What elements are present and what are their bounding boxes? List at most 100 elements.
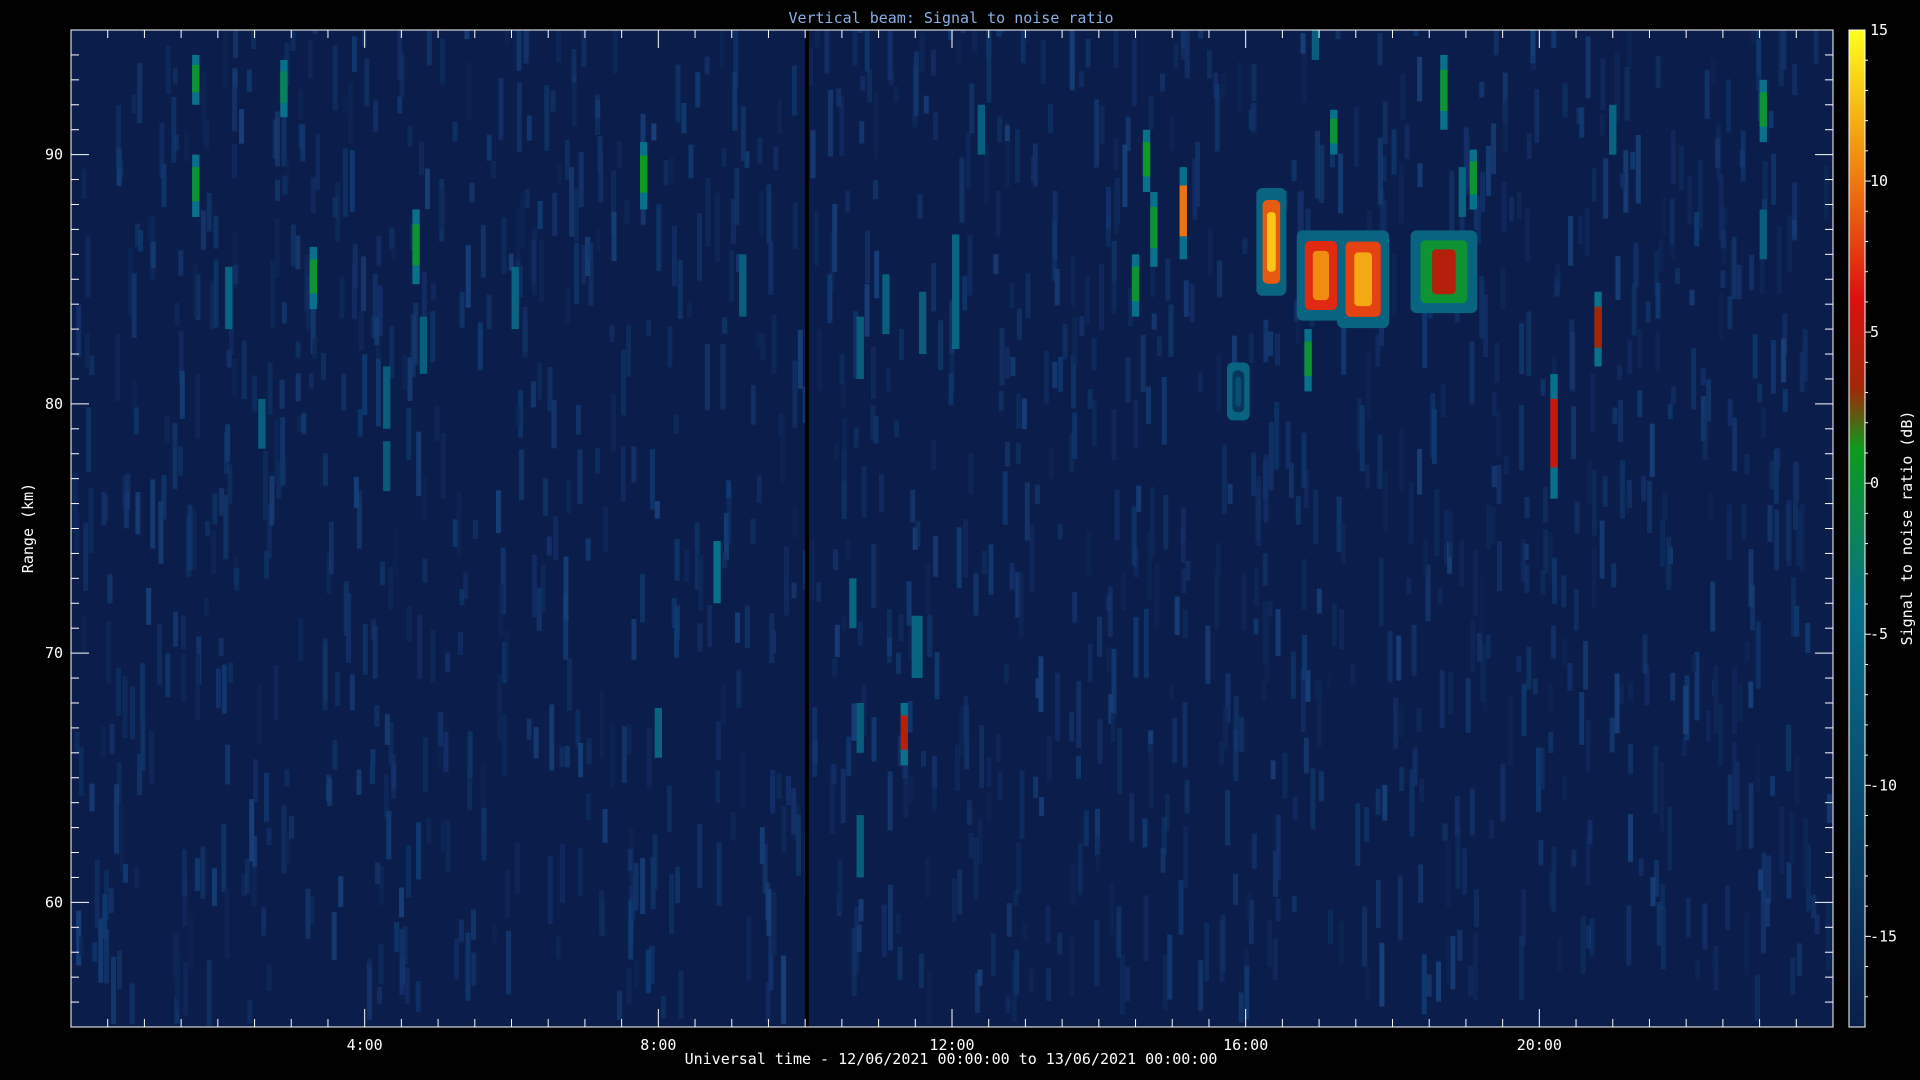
noise-streak xyxy=(620,350,626,416)
noise-streak xyxy=(1659,762,1665,832)
noise-streak xyxy=(179,371,185,419)
noise-streak xyxy=(1787,215,1792,273)
noise-streak xyxy=(1362,906,1368,967)
noise-streak xyxy=(1574,501,1580,534)
noise-streak xyxy=(335,671,340,706)
noise-streak xyxy=(1070,863,1076,906)
noise-streak xyxy=(362,624,368,675)
noise-streak xyxy=(1069,937,1075,996)
noise-streak xyxy=(1473,932,1478,1001)
noise-streak xyxy=(759,191,765,235)
noise-streak xyxy=(117,950,122,989)
noise-streak xyxy=(172,67,178,85)
noise-streak xyxy=(927,614,933,658)
noise-streak xyxy=(768,241,774,295)
noise-streak xyxy=(1612,407,1618,424)
noise-streak xyxy=(1408,481,1414,544)
noise-streak xyxy=(1205,625,1211,684)
feature-core xyxy=(1759,92,1767,127)
noise-streak xyxy=(1769,460,1775,490)
noise-streak xyxy=(1009,282,1015,309)
noise-streak xyxy=(122,676,128,738)
noise-streak xyxy=(1755,621,1761,689)
noise-streak xyxy=(1649,423,1655,477)
noise-streak xyxy=(351,36,357,72)
noise-streak xyxy=(1133,399,1139,448)
feature-core xyxy=(1469,161,1477,195)
noise-streak xyxy=(1244,965,1250,1020)
feature-streak xyxy=(856,316,864,379)
noise-streak xyxy=(1442,823,1448,841)
noise-streak xyxy=(394,922,400,953)
noise-streak xyxy=(270,260,276,328)
noise-streak xyxy=(173,611,179,647)
noise-streak xyxy=(102,495,108,522)
noise-streak xyxy=(211,530,217,575)
noise-streak xyxy=(722,552,728,569)
noise-streak xyxy=(871,543,877,608)
noise-streak xyxy=(1379,953,1385,1004)
noise-streak xyxy=(416,822,422,880)
noise-streak xyxy=(1562,638,1567,666)
noise-streak xyxy=(298,89,304,120)
noise-streak xyxy=(81,168,87,199)
noise-streak xyxy=(506,930,511,995)
noise-streak xyxy=(1591,168,1597,202)
noise-streak xyxy=(1025,273,1031,319)
noise-streak xyxy=(1494,342,1500,383)
noise-streak xyxy=(370,764,375,784)
noise-streak xyxy=(94,859,100,929)
noise-streak xyxy=(1004,125,1010,141)
noise-streak xyxy=(771,630,777,654)
noise-streak xyxy=(1805,622,1811,653)
noise-streak xyxy=(274,419,280,484)
noise-streak xyxy=(783,547,789,616)
noise-streak xyxy=(1099,264,1104,331)
noise-streak xyxy=(1732,668,1737,734)
noise-streak xyxy=(544,85,550,151)
noise-streak xyxy=(415,981,421,1012)
noise-streak xyxy=(1448,672,1453,715)
noise-streak xyxy=(704,56,710,75)
noise-streak xyxy=(1418,864,1424,903)
noise-streak xyxy=(677,260,683,319)
noise-streak xyxy=(873,180,879,200)
noise-streak xyxy=(962,276,968,311)
noise-streak xyxy=(1095,836,1101,872)
noise-streak xyxy=(1479,82,1485,98)
noise-streak xyxy=(300,124,306,162)
noise-streak xyxy=(1660,519,1666,567)
noise-streak xyxy=(226,349,232,368)
noise-streak xyxy=(963,519,968,578)
noise-streak xyxy=(888,884,893,951)
colorbar-tick-label: 15 xyxy=(1870,21,1888,39)
noise-streak xyxy=(1744,454,1750,475)
noise-streak xyxy=(1083,810,1089,847)
noise-streak xyxy=(1691,347,1697,410)
noise-streak xyxy=(1355,803,1361,866)
noise-streak xyxy=(335,181,341,242)
noise-streak xyxy=(423,737,429,793)
noise-streak xyxy=(651,123,657,141)
noise-streak xyxy=(1799,351,1805,392)
noise-streak xyxy=(675,866,681,904)
feature-streak xyxy=(856,815,864,878)
feature-core xyxy=(1304,341,1312,376)
noise-streak xyxy=(1567,663,1573,692)
signal-feature xyxy=(280,59,288,118)
noise-streak xyxy=(1263,454,1269,523)
noise-streak xyxy=(1291,160,1297,181)
noise-streak xyxy=(1094,99,1100,168)
noise-streak xyxy=(1496,465,1502,505)
noise-streak xyxy=(886,367,891,392)
noise-streak xyxy=(1578,215,1583,244)
noise-streak xyxy=(1364,965,1370,1001)
noise-streak xyxy=(346,593,352,663)
noise-streak xyxy=(1378,557,1384,627)
noise-streak xyxy=(1618,399,1624,443)
noise-streak xyxy=(1047,735,1053,781)
noise-streak xyxy=(986,792,992,823)
noise-streak xyxy=(481,807,487,861)
noise-streak xyxy=(1500,267,1506,310)
noise-streak xyxy=(792,202,798,249)
